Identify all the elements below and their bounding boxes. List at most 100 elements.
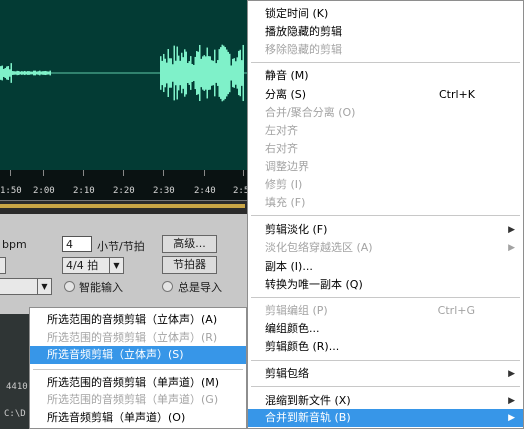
- left-select[interactable]: [0, 257, 6, 274]
- waveform-sample: [30, 71, 32, 75]
- clip-context-menu: 锁定时间 (K) 播放隐藏的剪辑 移除隐藏的剪辑 静音 (M) 分离 (S) C…: [247, 0, 524, 429]
- tempo-panel: bpm 4 小节/节拍 高级... 4/4 拍 ▼ 节拍器 ▼ 智能输入 总是导…: [0, 214, 250, 314]
- menu-item-clip-group[interactable]: 剪辑编组 (P) Ctrl+G: [248, 302, 523, 320]
- timeline-scrollbar[interactable]: [0, 200, 250, 215]
- waveform-sample: [242, 44, 244, 102]
- waveform-sample: [24, 70, 26, 76]
- waveform-sample: [18, 70, 20, 76]
- waveform-sample: [167, 48, 169, 98]
- menu-item-clip-color[interactable]: 剪辑颜色 (R)...: [248, 338, 523, 356]
- menu-separator: [33, 369, 243, 370]
- waveform-sample: [202, 56, 204, 90]
- menu-item-trim[interactable]: 修剪 (I): [248, 176, 523, 194]
- time-ruler[interactable]: 1:50 2:00 2:10 2:20 2:30 2:40 2:50: [0, 170, 255, 200]
- menu-item-merge-new-track[interactable]: 合并到新音轨 (B) ▶: [248, 409, 523, 427]
- menu-item-convert-unique[interactable]: 转换为唯一副本 (Q): [248, 276, 523, 294]
- menu-item-align-right[interactable]: 右对齐: [248, 140, 523, 158]
- waveform-sample: [223, 45, 225, 101]
- menu-item-lock-time[interactable]: 锁定时间 (K): [248, 5, 523, 23]
- submenu-item-selected-mono[interactable]: 所选音频剪辑（单声道）(O): [30, 409, 246, 427]
- waveform-sample: [197, 51, 199, 95]
- waveform-sample: [175, 60, 177, 86]
- beats-per-bar-input[interactable]: 4: [62, 236, 92, 252]
- menu-separator: [251, 360, 520, 361]
- waveform-sample: [199, 44, 201, 102]
- menu-item-play-hidden[interactable]: 播放隐藏的剪辑: [248, 23, 523, 41]
- menu-item-fill[interactable]: 填充 (F): [248, 194, 523, 212]
- waveform-sample: [28, 71, 30, 75]
- menu-item-duplicate[interactable]: 副本 (I)...: [248, 258, 523, 276]
- fade-envelope-label: 淡化包络穿越选区 (A): [265, 241, 373, 254]
- waveform-sample: [15, 71, 17, 75]
- waveform-sample: [48, 71, 50, 75]
- always-import-radio[interactable]: [162, 281, 173, 292]
- waveform-sample: [166, 62, 168, 84]
- waveform-sample: [190, 56, 192, 90]
- waveform-sample: [43, 71, 45, 75]
- waveform-sample: [42, 71, 44, 75]
- waveform-sample: [34, 70, 36, 76]
- time-tick: 2:20: [113, 186, 135, 196]
- metronome-button[interactable]: 节拍器: [162, 256, 217, 274]
- waveform-sample: [226, 49, 228, 97]
- waveform-sample: [0, 66, 2, 80]
- submenu-item-range-stereo-r[interactable]: 所选范围的音频剪辑（立体声）(R): [30, 329, 246, 347]
- waveform-sample: [206, 47, 208, 99]
- menu-item-split[interactable]: 分离 (S) Ctrl+K: [248, 86, 523, 104]
- submenu-item-range-stereo[interactable]: 所选范围的音频剪辑（立体声）(A): [30, 311, 246, 329]
- waveform-sample: [31, 71, 33, 75]
- waveform-sample: [205, 56, 207, 90]
- waveform-sample: [217, 60, 219, 86]
- menu-separator: [251, 297, 520, 298]
- waveform-sample: [185, 51, 187, 95]
- submenu-item-range-mono-g[interactable]: 所选范围的音频剪辑（单声道）(G): [30, 391, 246, 409]
- submenu-arrow-icon: ▶: [508, 413, 515, 423]
- menu-item-remove-hidden[interactable]: 移除隐藏的剪辑: [248, 41, 523, 59]
- waveform-sample: [13, 71, 15, 75]
- waveform-sample: [172, 64, 174, 82]
- menu-item-mixdown-new-file[interactable]: 混缩到新文件 (X) ▶: [248, 392, 523, 410]
- waveform-sample: [6, 66, 8, 80]
- menu-separator: [251, 62, 520, 63]
- waveform-sample: [196, 51, 198, 95]
- submenu-arrow-icon: ▶: [508, 243, 515, 253]
- key-select[interactable]: ▼: [0, 278, 52, 295]
- time-signature-select[interactable]: 4/4 拍 ▼: [62, 257, 124, 274]
- sample-rate-text: 4410: [6, 382, 28, 392]
- beats-label: 小节/节拍: [97, 240, 145, 253]
- waveform-sample: [235, 61, 237, 85]
- menu-item-adjust-boundary[interactable]: 调整边界: [248, 158, 523, 176]
- waveform-sample: [211, 60, 213, 86]
- waveform-sample: [45, 70, 47, 76]
- menu-item-clip-fade[interactable]: 剪辑淡化 (F) ▶: [248, 221, 523, 239]
- waveform-graph: [0, 44, 250, 102]
- menu-item-merge-split[interactable]: 合并/聚合分离 (O): [248, 104, 523, 122]
- waveform-sample: [37, 71, 39, 75]
- waveform-sample: [49, 70, 51, 76]
- scrollbar-handle[interactable]: [0, 204, 245, 208]
- smart-import-radio[interactable]: [64, 281, 75, 292]
- waveform-track[interactable]: [0, 0, 250, 170]
- smart-import-label: 智能输入: [79, 281, 123, 294]
- waveform-sample: [25, 71, 27, 75]
- menu-item-group-color[interactable]: 编组颜色...: [248, 320, 523, 338]
- waveform-sample: [209, 56, 211, 90]
- submenu-item-range-mono[interactable]: 所选范围的音频剪辑（单声道）(M): [30, 374, 246, 392]
- chevron-down-icon: ▼: [37, 279, 51, 294]
- clip-group-shortcut: Ctrl+G: [437, 304, 475, 317]
- menu-item-clip-envelope[interactable]: 剪辑包络 ▶: [248, 365, 523, 383]
- waveform-sample: [1, 65, 3, 81]
- split-shortcut: Ctrl+K: [438, 88, 475, 101]
- waveform-sample: [212, 60, 214, 86]
- menu-item-mute[interactable]: 静音 (M): [248, 67, 523, 85]
- waveform-sample: [214, 49, 216, 97]
- waveform-sample: [4, 68, 6, 78]
- time-signature-value: 4/4 拍: [66, 259, 99, 272]
- time-tick: 2:10: [73, 186, 95, 196]
- submenu-item-selected-stereo[interactable]: 所选音频剪辑（立体声）(S): [30, 346, 246, 364]
- menu-item-align-left[interactable]: 左对齐: [248, 122, 523, 140]
- menu-item-fade-envelope[interactable]: 淡化包络穿越选区 (A) ▶: [248, 239, 523, 257]
- advanced-button[interactable]: 高级...: [162, 235, 217, 253]
- submenu-arrow-icon: ▶: [508, 225, 515, 235]
- clip-group-label: 剪辑编组 (P): [265, 304, 328, 317]
